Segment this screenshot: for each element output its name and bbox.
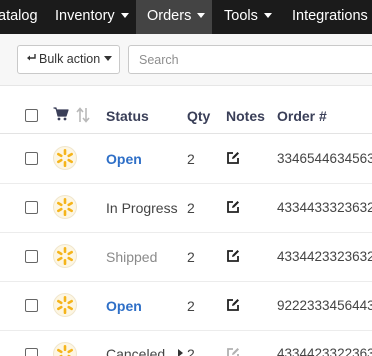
status-cell[interactable]: Open <box>106 151 142 167</box>
edit-note-icon[interactable] <box>226 249 240 263</box>
nav-item-label: atalog <box>0 8 38 24</box>
row-checkbox[interactable] <box>25 299 38 312</box>
row-divider <box>0 330 372 331</box>
row-checkbox[interactable] <box>25 348 38 356</box>
status-cell[interactable]: Open <box>106 298 142 314</box>
qty-cell: 2 <box>187 346 195 356</box>
status-cell[interactable]: In Progress <box>106 200 178 216</box>
chevron-down-icon <box>197 13 206 18</box>
order-number-cell[interactable]: 43344333236321 <box>277 200 372 215</box>
row-checkbox[interactable] <box>25 250 38 263</box>
nav-item-inventory[interactable]: Inventory <box>44 0 140 34</box>
status-cell[interactable]: Shipped <box>106 249 157 265</box>
edit-note-icon[interactable] <box>226 347 240 356</box>
header-divider <box>0 133 372 134</box>
chevron-down-icon <box>263 13 272 18</box>
edit-note-icon[interactable] <box>226 151 240 165</box>
nav-item-label: Inventory <box>55 8 115 24</box>
edit-note-icon[interactable] <box>226 200 240 214</box>
row-checkbox[interactable] <box>25 201 38 214</box>
nav-item-label: Integrations <box>292 8 368 24</box>
nav-item-label: Orders <box>147 8 192 24</box>
chevron-down-icon <box>104 56 113 61</box>
qty-cell: 2 <box>187 298 195 314</box>
cart-icon[interactable] <box>53 107 69 121</box>
walmart-spark-icon <box>53 195 77 219</box>
order-number-cell[interactable]: 43344233223632 <box>277 346 372 356</box>
order-number-cell[interactable]: 33465446345635 <box>277 151 372 166</box>
column-header-qty[interactable]: Qty <box>187 108 210 124</box>
nav-item-orders[interactable]: Orders <box>136 0 212 34</box>
walmart-spark-icon <box>53 146 77 170</box>
nav-item-tools[interactable]: Tools <box>213 0 283 34</box>
sort-arrows-icon[interactable] <box>76 107 90 123</box>
row-divider <box>0 183 372 184</box>
nav-item-catalog[interactable]: atalog <box>0 0 44 34</box>
bulk-action-label: Bulk action <box>39 52 101 66</box>
order-number-cell[interactable]: 92223334564439 <box>277 298 372 313</box>
qty-cell: 2 <box>187 249 195 265</box>
row-divider <box>0 281 372 282</box>
select-all-checkbox[interactable] <box>25 109 38 122</box>
row-checkbox[interactable] <box>25 152 38 165</box>
top-nav: atalog Inventory Orders Tools Integratio… <box>0 0 372 34</box>
qty-cell: 2 <box>187 151 195 167</box>
qty-cell: 2 <box>187 200 195 216</box>
toolbar: Bulk action <box>0 34 372 86</box>
nav-item-integrations[interactable]: Integrations <box>281 0 372 34</box>
search-input[interactable] <box>128 45 372 74</box>
expand-arrow-icon[interactable] <box>178 349 183 356</box>
edit-note-icon[interactable] <box>226 298 240 312</box>
column-header-notes[interactable]: Notes <box>226 108 265 124</box>
bulk-action-button[interactable]: Bulk action <box>17 45 120 74</box>
return-arrow-icon <box>27 54 36 61</box>
chevron-down-icon <box>120 13 129 18</box>
column-header-status[interactable]: Status <box>106 108 149 124</box>
order-number-cell[interactable]: 43344233236321 <box>277 249 372 264</box>
row-divider <box>0 232 372 233</box>
walmart-spark-icon <box>53 244 77 268</box>
nav-item-label: Tools <box>224 8 258 24</box>
column-header-order-number[interactable]: Order # <box>277 108 327 124</box>
walmart-spark-icon <box>53 342 77 356</box>
status-cell[interactable]: Canceled <box>106 346 165 356</box>
walmart-spark-icon <box>53 293 77 317</box>
